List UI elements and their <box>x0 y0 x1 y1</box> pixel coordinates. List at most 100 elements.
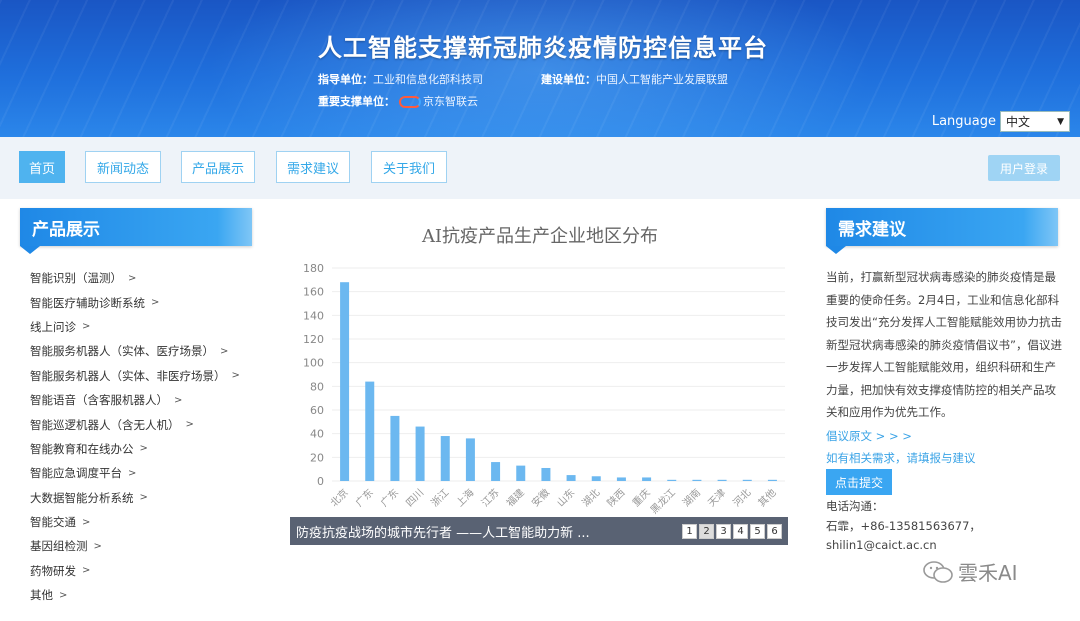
chart-bar[interactable] <box>642 477 652 481</box>
chart-bar[interactable] <box>591 476 601 481</box>
chart-bar[interactable] <box>516 465 526 481</box>
slider-caption-text: 防疫抗疫战场的城市先行者 ——人工智能助力新 ... <box>296 525 590 541</box>
product-category-label: 智能应急调度平台 <box>30 466 122 481</box>
nav-about[interactable]: 关于我们 <box>371 151 447 183</box>
chart-bar[interactable] <box>742 479 752 481</box>
chevron-right-icon: > <box>82 516 91 528</box>
initiative-link[interactable]: 倡议原文 > > > <box>826 428 912 444</box>
region-chart: AI抗疫产品生产企业地区分布 0 20 40 60 80 100 120 140 160 180 北… <box>290 210 790 550</box>
slider-page-button[interactable]: 6 <box>767 524 782 539</box>
y-tick-label: 20 <box>310 451 324 464</box>
chevron-right-icon: > <box>231 370 240 382</box>
product-category-label: 大数据智能分析系统 <box>30 490 134 505</box>
y-tick-label: 140 <box>303 309 324 322</box>
chart-bar[interactable] <box>767 479 777 481</box>
product-category-item[interactable]: 线上问诊 > <box>30 315 270 339</box>
contact-email[interactable]: shilin1@caict.ac.cn <box>826 538 937 552</box>
chart-bar[interactable] <box>717 479 727 481</box>
build-unit: 建设单位：中国人工智能产业发展联盟 <box>541 71 728 87</box>
product-category-item[interactable]: 智能医疗辅助诊断系统 > <box>30 290 270 314</box>
chart-bar[interactable] <box>390 415 400 481</box>
product-category-item[interactable]: 其他 > <box>30 583 270 607</box>
y-tick-label: 80 <box>310 380 324 393</box>
product-category-item[interactable]: 智能服务机器人（实体、医疗场景） > <box>30 339 270 363</box>
product-category-label: 药物研发 <box>30 563 76 578</box>
y-tick-label: 40 <box>310 428 324 441</box>
slider-page-button[interactable]: 2 <box>699 524 714 539</box>
banner-pattern <box>0 0 1080 137</box>
nav-products[interactable]: 产品展示 <box>181 151 255 183</box>
watermark-text: 雲禾AI <box>958 561 1018 585</box>
guide-unit: 指导单位：工业和信息化部科技司 <box>318 71 483 87</box>
login-button[interactable]: 用户登录 <box>988 155 1060 181</box>
contact-label: 电话沟通： <box>826 499 884 513</box>
wechat-icon <box>923 560 953 583</box>
chevron-right-icon: > <box>185 419 194 431</box>
product-category-item[interactable]: 智能语音（含客服机器人） > <box>30 388 270 412</box>
language-select[interactable]: 中文 ▼ <box>1000 111 1070 132</box>
jd-cloud-logo-icon <box>399 96 421 108</box>
x-tick-label: 河北 <box>731 487 754 510</box>
submit-button[interactable]: 点击提交 <box>826 469 892 495</box>
chart-bar[interactable] <box>566 475 576 481</box>
x-tick-label: 湖南 <box>680 486 703 509</box>
header-banner: 人工智能支撑新冠肺炎疫情防控信息平台 指导单位：工业和信息化部科技司 建设单位：… <box>0 0 1080 137</box>
x-tick-label: 湖北 <box>580 487 603 510</box>
chart-bar[interactable] <box>465 438 475 481</box>
chart-canvas: 020406080100120140160180北京 广东 广东 四川 浙江 上海 江苏 福建… <box>303 262 785 516</box>
main-nav: 首页 新闻动态 产品展示 需求建议 关于我们 用户登录 <box>0 137 1080 199</box>
chevron-right-icon: > <box>82 565 91 577</box>
product-category-item[interactable]: 药物研发 > <box>30 559 270 583</box>
y-tick-label: 120 <box>303 333 324 346</box>
site-title: 人工智能支撑新冠肺炎疫情防控信息平台 <box>318 34 768 62</box>
chevron-down-icon: ▼ <box>1057 116 1064 127</box>
chevron-right-icon: > <box>82 321 91 333</box>
chevron-right-icon: > <box>93 540 102 552</box>
product-category-item[interactable]: 智能服务机器人（实体、非医疗场景） > <box>30 364 270 388</box>
product-category-label: 智能识别（温测） <box>30 271 122 286</box>
slider-page-button[interactable]: 3 <box>716 524 731 539</box>
guide-unit-value: 工业和信息化部科技司 <box>373 73 483 86</box>
slider-page-button[interactable]: 5 <box>750 524 765 539</box>
product-category-item[interactable]: 智能交通 > <box>30 510 270 534</box>
chart-bar[interactable] <box>340 282 350 481</box>
nav-home[interactable]: 首页 <box>19 151 65 183</box>
product-category-label: 其他 <box>30 588 53 603</box>
product-category-label: 线上问诊 <box>30 319 76 334</box>
demand-link[interactable]: 如有相关需求，请填报与建议 <box>826 450 976 466</box>
chart-bar[interactable] <box>616 477 626 481</box>
product-category-item[interactable]: 智能识别（温测） > <box>30 266 270 290</box>
chart-bar[interactable] <box>415 426 425 481</box>
x-tick-label: 广东 <box>353 486 376 509</box>
product-category-label: 智能服务机器人（实体、非医疗场景） <box>30 368 226 383</box>
slider-pager: 123456 <box>682 524 782 539</box>
language-label: Language <box>931 114 996 129</box>
news-slider-caption[interactable]: 防疫抗疫战场的城市先行者 ——人工智能助力新 ... 123456 <box>290 517 788 545</box>
x-tick-label: 浙江 <box>429 487 452 510</box>
x-tick-label: 山东 <box>554 486 577 509</box>
chart-bar[interactable] <box>491 462 501 481</box>
x-tick-label: 陕西 <box>604 486 627 509</box>
product-category-item[interactable]: 智能巡逻机器人（含无人机） > <box>30 412 270 436</box>
product-category-item[interactable]: 智能应急调度平台 > <box>30 461 270 485</box>
product-category-label: 智能巡逻机器人（含无人机） <box>30 417 180 432</box>
product-category-item[interactable]: 智能教育和在线办公 > <box>30 437 270 461</box>
y-tick-label: 100 <box>303 357 324 370</box>
nav-demands[interactable]: 需求建议 <box>276 151 350 183</box>
slider-page-button[interactable]: 4 <box>733 524 748 539</box>
chevron-right-icon: > <box>220 345 229 357</box>
product-category-item[interactable]: 基因组检测 > <box>30 534 270 558</box>
support-unit-value: 京东智联云 <box>423 95 478 108</box>
chart-bar[interactable] <box>692 479 702 481</box>
slider-page-button[interactable]: 1 <box>682 524 697 539</box>
product-category-item[interactable]: 大数据智能分析系统 > <box>30 486 270 510</box>
chart-bar[interactable] <box>541 467 551 481</box>
chevron-right-icon: > <box>151 297 160 309</box>
chevron-right-icon: > <box>174 394 183 406</box>
x-tick-label: 江苏 <box>478 486 501 509</box>
chart-bar[interactable] <box>365 381 375 481</box>
nav-news[interactable]: 新闻动态 <box>85 151 161 183</box>
chart-bar[interactable] <box>440 436 450 481</box>
demands-heading: 需求建议 <box>826 208 1058 254</box>
chart-bar[interactable] <box>667 479 677 481</box>
